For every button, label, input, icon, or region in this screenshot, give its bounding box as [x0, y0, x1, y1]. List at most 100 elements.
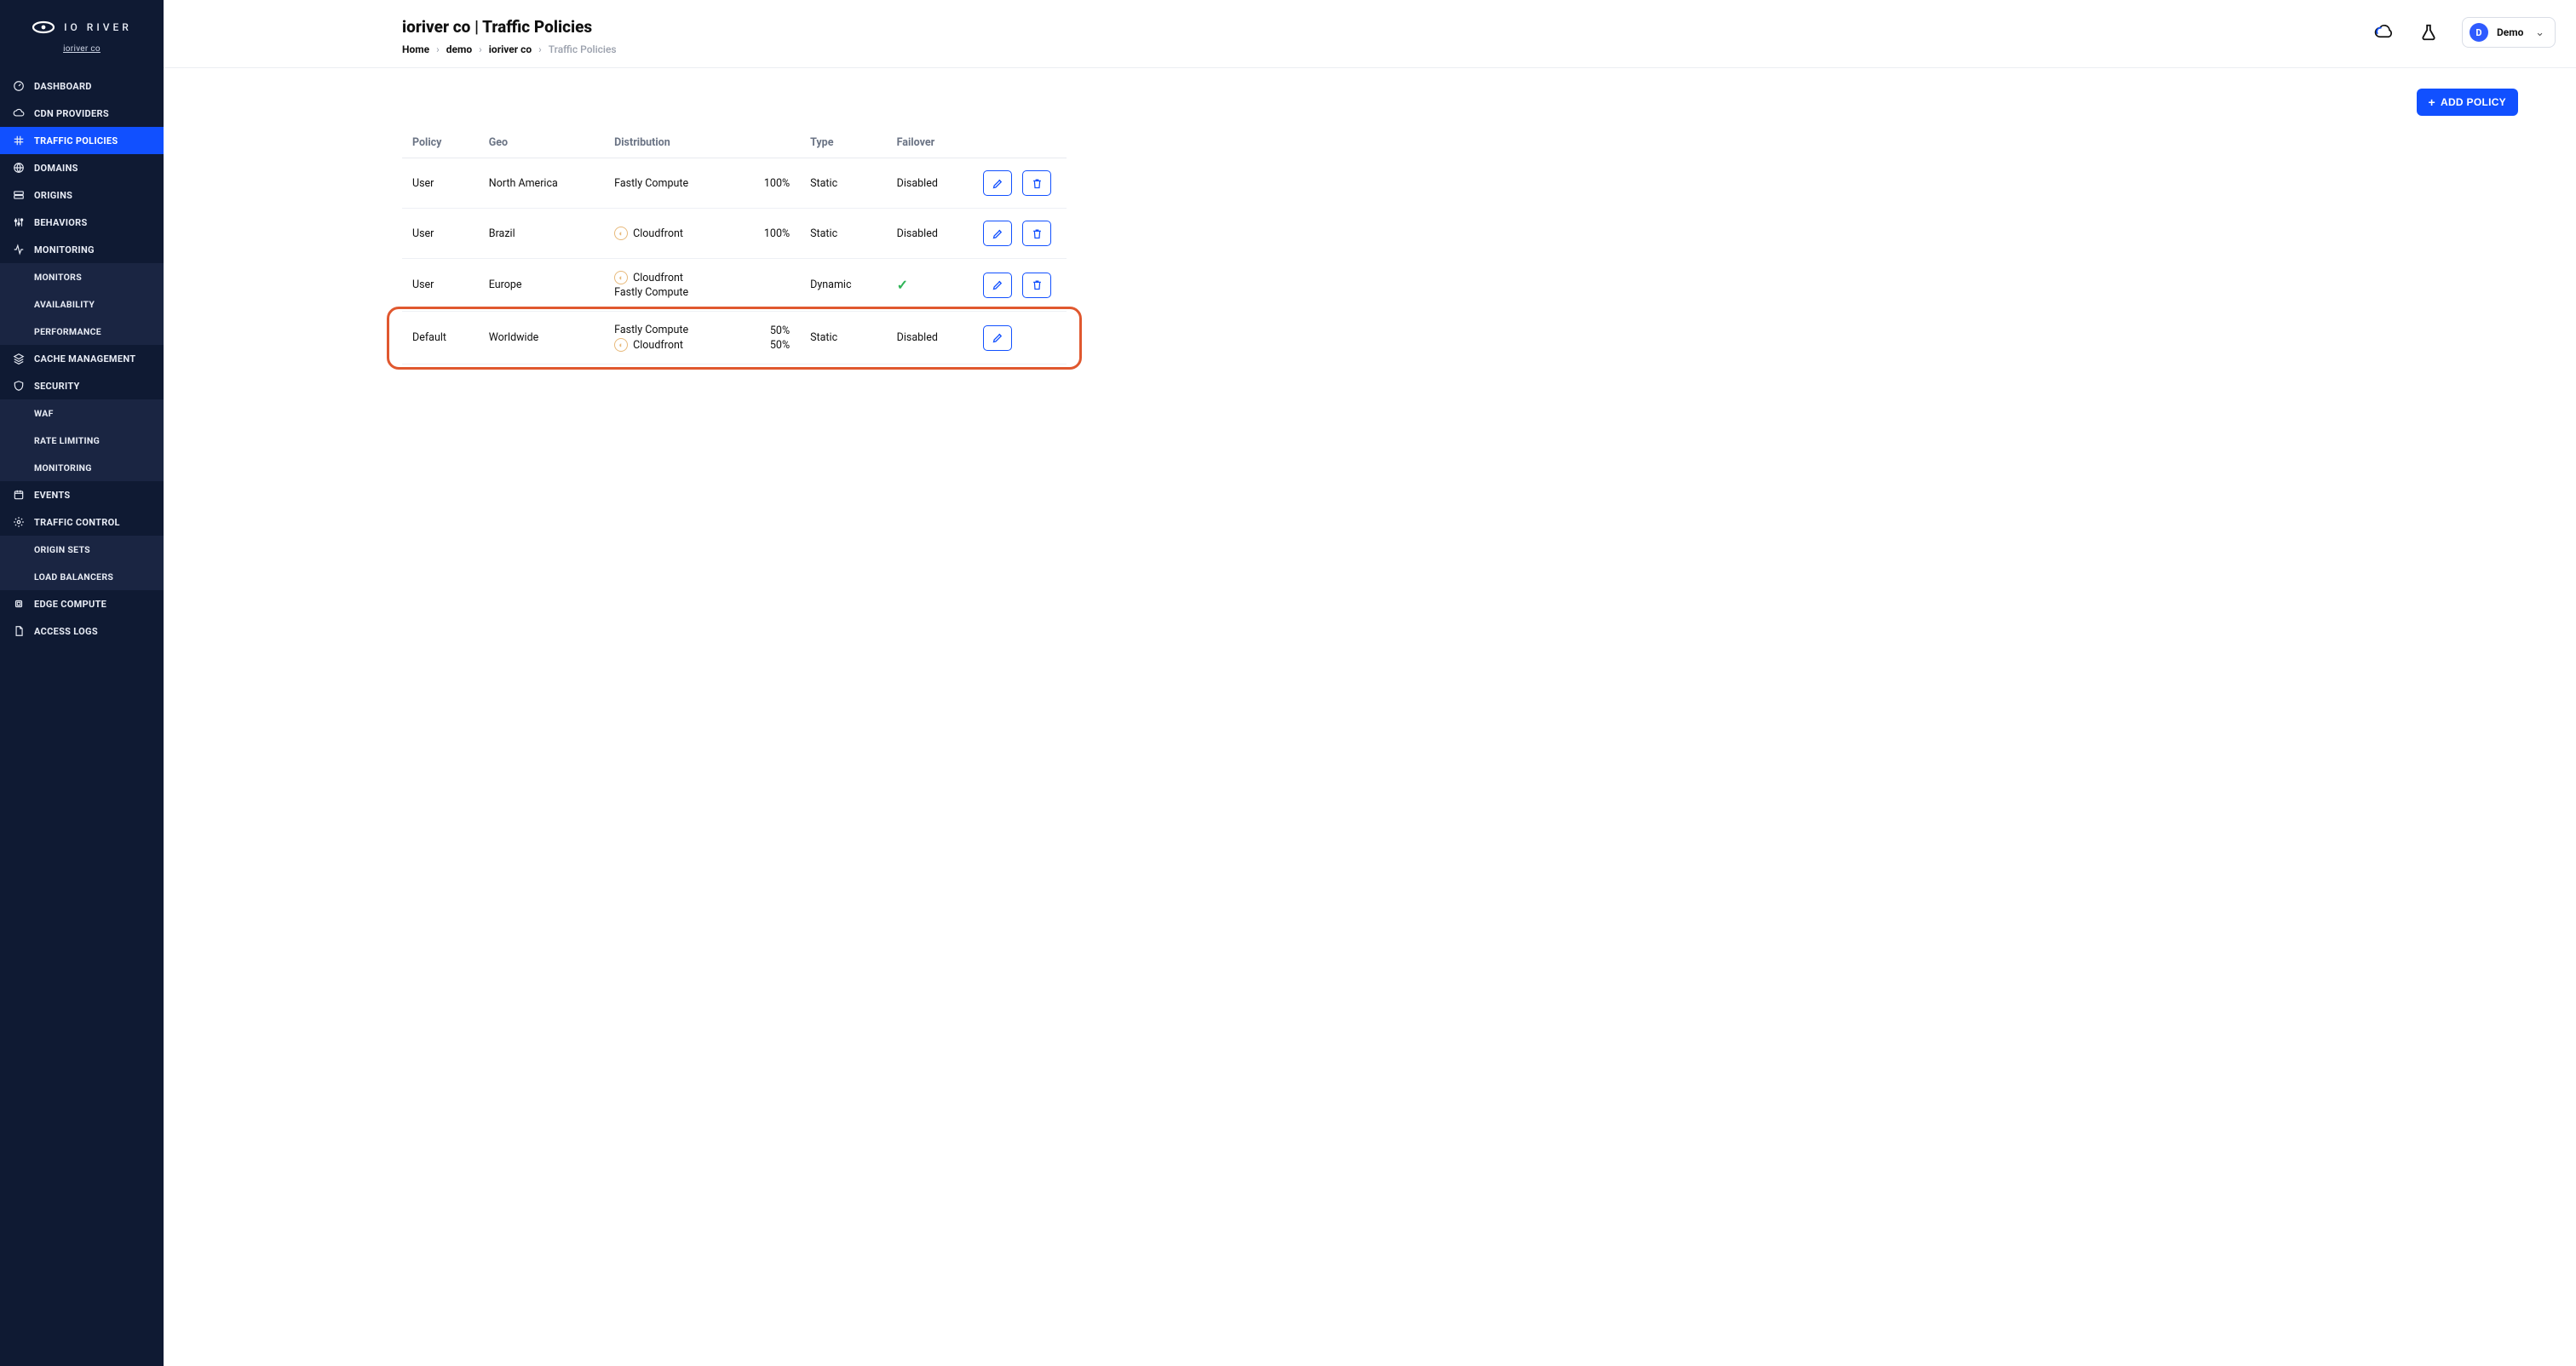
cell-distribution: ◐CloudfrontFastly Compute [604, 259, 740, 312]
nav-domains[interactable]: DOMAINS [0, 154, 164, 181]
nav-access-logs[interactable]: ACCESS LOGS [0, 617, 164, 645]
delete-button[interactable] [1022, 170, 1051, 196]
distribution-percent: 50% [770, 339, 790, 352]
table-row: UserNorth AmericaFastly Compute100%Stati… [402, 158, 1067, 209]
nav-traffic-control[interactable]: TRAFFIC CONTROL [0, 508, 164, 536]
nav-sub-waf[interactable]: WAF [0, 399, 164, 427]
edit-button[interactable] [983, 170, 1012, 196]
user-name: Demo [2497, 26, 2527, 38]
nav-label: EVENTS [34, 490, 70, 501]
nav-label: LOAD BALANCERS [34, 571, 113, 583]
distribution-name: Cloudfront [633, 339, 683, 352]
cloud-icon [12, 106, 26, 120]
nav-label: DOMAINS [34, 163, 78, 174]
crumb-service[interactable]: ioriver co [489, 43, 532, 55]
nav-label: SECURITY [34, 381, 80, 392]
nav-label: BEHAVIORS [34, 217, 88, 228]
col-type: Type [800, 128, 887, 158]
nav-cache-management[interactable]: CACHE MANAGEMENT [0, 345, 164, 372]
nav-label: PERFORMANCE [34, 326, 101, 337]
gauge-icon [12, 79, 26, 93]
table-row: UserEurope◐CloudfrontFastly ComputeDynam… [402, 259, 1067, 312]
nav-label: CDN PROVIDERS [34, 108, 109, 119]
nav-label: WAF [34, 408, 54, 419]
delete-button[interactable] [1022, 221, 1051, 246]
nav-monitoring[interactable]: MONITORING [0, 236, 164, 263]
policy-icon [12, 134, 26, 147]
edit-button[interactable] [983, 273, 1012, 298]
cell-geo: Brazil [479, 209, 604, 259]
distribution-name: Fastly Compute [614, 177, 688, 190]
nav-security[interactable]: SECURITY [0, 372, 164, 399]
cell-distribution: Fastly Compute [604, 158, 740, 209]
add-policy-label: ADD POLICY [2441, 96, 2506, 108]
main: ioriver co | Traffic Policies Home › dem… [164, 0, 2576, 1366]
cloud-status-icon[interactable] [2373, 21, 2395, 43]
layers-icon [12, 352, 26, 365]
edit-button[interactable] [983, 325, 1012, 351]
nav-sub-origin-sets[interactable]: ORIGIN SETS [0, 536, 164, 563]
distribution-name: Fastly Compute [614, 286, 688, 299]
nav-label: MONITORING [34, 462, 92, 474]
provider-icon: ◐ [614, 227, 628, 240]
nav-label: RATE LIMITING [34, 435, 100, 446]
cell-policy: Default [402, 312, 479, 364]
cell-policy: User [402, 158, 479, 209]
cell-geo: Worldwide [479, 312, 604, 364]
nav-label: ORIGINS [34, 190, 72, 201]
delete-button[interactable] [1022, 273, 1051, 298]
nav-behaviors[interactable]: BEHAVIORS [0, 209, 164, 236]
sidebar: IO RIVER ioriver co DASHBOARD CDN PROVID… [0, 0, 164, 1366]
table-row: UserBrazil◐Cloudfront100%StaticDisabled [402, 209, 1067, 259]
cell-pct: 100% [740, 209, 800, 259]
check-icon: ✓ [897, 277, 908, 293]
cell-policy: User [402, 259, 479, 312]
nav-origins[interactable]: ORIGINS [0, 181, 164, 209]
distribution-name: Cloudfront [633, 227, 683, 240]
calendar-icon [12, 488, 26, 502]
cell-failover: Disabled [887, 158, 973, 209]
cell-pct [740, 259, 800, 312]
nav-sub-load-balancers[interactable]: LOAD BALANCERS [0, 563, 164, 590]
cell-pct: 100% [740, 158, 800, 209]
nav-events[interactable]: EVENTS [0, 481, 164, 508]
flask-icon[interactable] [2418, 21, 2440, 43]
nav-sub-monitors[interactable]: MONITORS [0, 263, 164, 290]
nav-label: AVAILABILITY [34, 299, 95, 310]
logo-icon [32, 15, 55, 39]
nav-edge-compute[interactable]: EDGE COMPUTE [0, 590, 164, 617]
nav-sub-rate-limiting[interactable]: RATE LIMITING [0, 427, 164, 454]
crumb-demo[interactable]: demo [446, 43, 472, 55]
edit-button[interactable] [983, 221, 1012, 246]
globe-icon [12, 161, 26, 175]
content: + ADD POLICY Policy Geo Distribution Typ… [164, 68, 2576, 399]
nav-label: MONITORS [34, 272, 82, 283]
plus-icon: + [2429, 96, 2435, 108]
cell-actions [973, 158, 1067, 209]
col-pct [740, 128, 800, 158]
nav-sub-performance[interactable]: PERFORMANCE [0, 318, 164, 345]
crumb-home[interactable]: Home [402, 43, 429, 55]
file-icon [12, 624, 26, 638]
policies-table: Policy Geo Distribution Type Failover Us… [402, 128, 1067, 364]
nav-cdn-providers[interactable]: CDN PROVIDERS [0, 100, 164, 127]
nav-label: EDGE COMPUTE [34, 599, 106, 610]
nav-sub-availability[interactable]: AVAILABILITY [0, 290, 164, 318]
chevron-right-icon: › [479, 43, 482, 55]
chevron-right-icon: › [436, 43, 440, 55]
nav-traffic-policies[interactable]: TRAFFIC POLICIES [0, 127, 164, 154]
user-menu[interactable]: D Demo ⌄ [2462, 17, 2556, 48]
table-row: DefaultWorldwideFastly Compute◐Cloudfron… [402, 312, 1067, 364]
chevron-right-icon: › [538, 43, 542, 55]
add-policy-button[interactable]: + ADD POLICY [2417, 89, 2519, 116]
provider-icon: ◐ [614, 271, 628, 284]
cell-type: Static [800, 158, 887, 209]
nav-sub-monitoring[interactable]: MONITORING [0, 454, 164, 481]
cell-policy: User [402, 209, 479, 259]
activity-icon [12, 243, 26, 256]
server-icon [12, 188, 26, 202]
cell-type: Dynamic [800, 259, 887, 312]
nav-dashboard[interactable]: DASHBOARD [0, 72, 164, 100]
col-failover: Failover [887, 128, 973, 158]
brand-subtitle[interactable]: ioriver co [63, 44, 101, 54]
